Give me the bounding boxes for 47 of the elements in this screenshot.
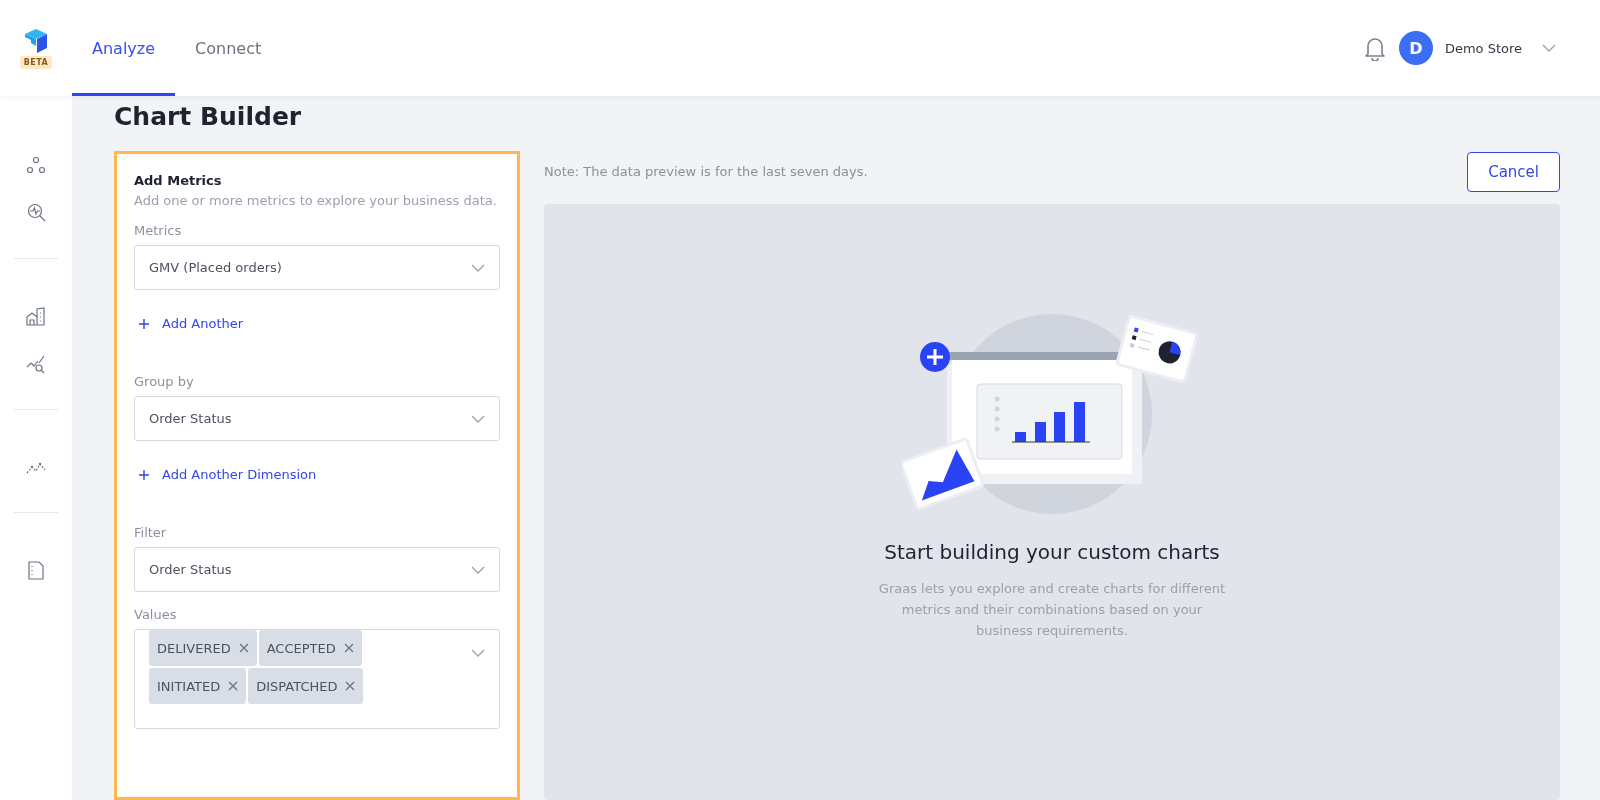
beta-badge: BETA bbox=[19, 55, 53, 69]
close-icon[interactable] bbox=[228, 681, 239, 691]
plus-icon bbox=[138, 317, 150, 330]
section-title: Add Metrics bbox=[134, 173, 223, 188]
caret-icon[interactable] bbox=[1542, 43, 1556, 53]
caret-icon bbox=[471, 648, 485, 658]
chip-label: ACCEPTED bbox=[266, 640, 336, 656]
dropdown[interactable]: GMV (Placed orders) bbox=[134, 245, 500, 290]
page-title: Chart Builder bbox=[114, 102, 303, 131]
note-text: Note: The data preview is for the last seven days. bbox=[544, 164, 868, 179]
chip-label: DISPATCHED bbox=[256, 678, 338, 694]
empty-state-text: Graas lets you explore and create charts for different metrics and their combinations based on your business requirements. bbox=[877, 580, 1227, 640]
user-avatar[interactable]: D bbox=[1398, 31, 1433, 65]
user-name[interactable]: Demo Store bbox=[1444, 40, 1522, 56]
document-icon[interactable] bbox=[25, 559, 47, 581]
nav-tab[interactable]: Connect bbox=[175, 3, 282, 96]
caret-icon bbox=[471, 413, 485, 424]
field-label: Filter bbox=[134, 525, 168, 540]
caret-icon bbox=[471, 564, 485, 575]
close-icon[interactable] bbox=[345, 681, 356, 691]
nodes-icon[interactable] bbox=[25, 154, 47, 176]
cancel-button[interactable]: Cancel bbox=[1467, 151, 1560, 192]
add-link[interactable]: Add Another bbox=[134, 316, 248, 331]
empty-state-title: Start building your custom charts bbox=[884, 540, 1220, 564]
close-icon[interactable] bbox=[238, 643, 249, 653]
caret-icon bbox=[471, 262, 485, 273]
bell-icon[interactable] bbox=[1362, 35, 1387, 61]
value-chip[interactable]: ACCEPTED bbox=[258, 630, 362, 666]
plus-icon bbox=[138, 468, 150, 481]
multi-select[interactable]: DELIVERED ACCEPTED INITIATED DISPATCHED bbox=[134, 629, 500, 729]
close-icon[interactable] bbox=[343, 643, 354, 653]
section-description: Add one or more metrics to explore your business data. bbox=[134, 193, 498, 208]
search-icon[interactable] bbox=[25, 202, 47, 224]
chip-label: DELIVERED bbox=[157, 640, 231, 656]
add-link[interactable]: Add Another Dimension bbox=[134, 467, 321, 482]
value-chip[interactable]: DISPATCHED bbox=[248, 668, 364, 704]
chip-label: INITIATED bbox=[157, 678, 221, 694]
field-label: Group by bbox=[134, 374, 195, 389]
value-chip[interactable]: DELIVERED bbox=[149, 630, 257, 666]
chart-search-icon[interactable] bbox=[25, 353, 47, 375]
field-label: Values bbox=[134, 607, 178, 622]
field-label: Metrics bbox=[134, 223, 183, 238]
dropdown[interactable]: Order Status bbox=[134, 396, 500, 441]
value-chip[interactable]: INITIATED bbox=[149, 668, 247, 704]
dropdown[interactable]: Order Status bbox=[134, 547, 500, 592]
buildings-icon[interactable] bbox=[25, 305, 47, 327]
cube-logo-icon bbox=[24, 27, 48, 54]
